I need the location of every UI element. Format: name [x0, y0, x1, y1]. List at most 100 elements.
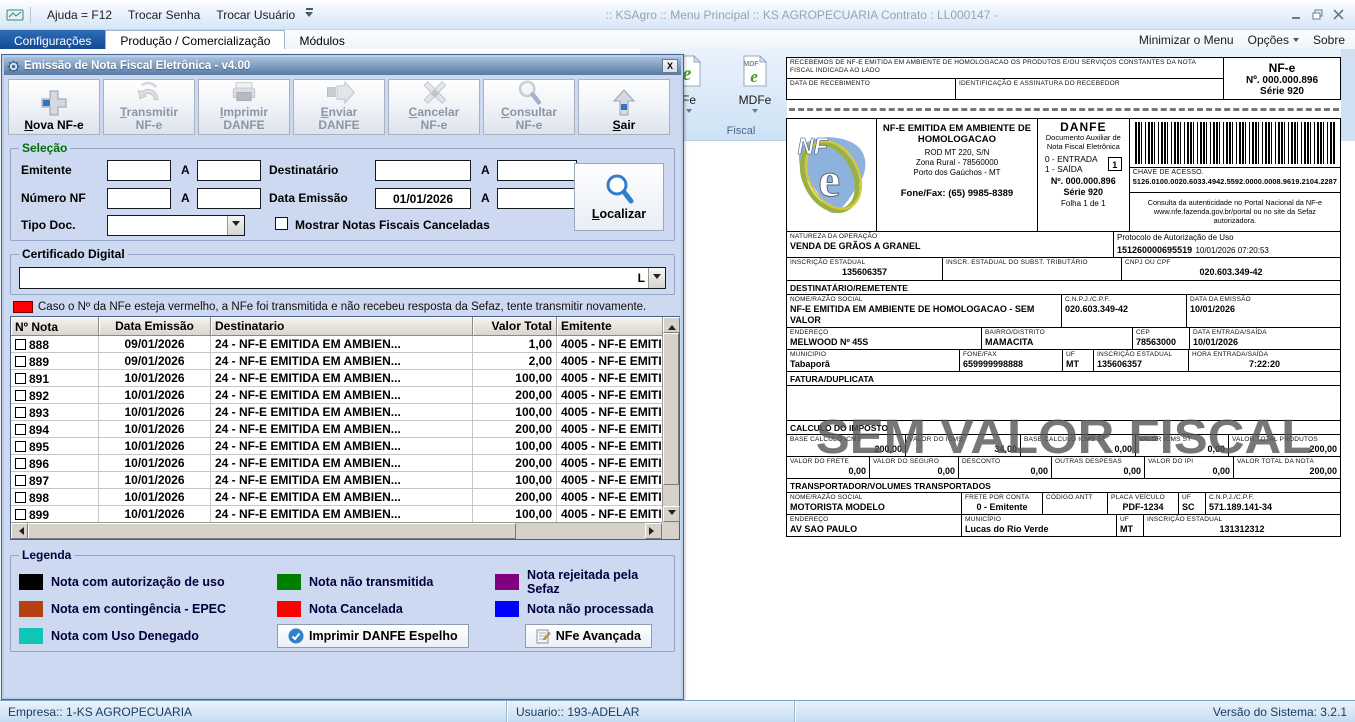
minimize-icon[interactable]	[1290, 9, 1303, 20]
row-checkbox[interactable]	[15, 356, 26, 367]
table-header-row: Nº Nota Data Emissão Destinatario Valor …	[11, 317, 662, 336]
table-row[interactable]: 89710/01/202624 - NF-E EMITIDA EM AMBIEN…	[11, 472, 662, 489]
table-row[interactable]: 89210/01/202624 - NF-E EMITIDA EM AMBIEN…	[11, 387, 662, 404]
row-checkbox[interactable]	[15, 424, 26, 435]
close-icon[interactable]	[1332, 9, 1345, 20]
data-emissao-ate-input[interactable]	[497, 188, 577, 209]
table-row[interactable]: 89810/01/202624 - NF-E EMITIDA EM AMBIEN…	[11, 489, 662, 506]
transmitir-nfe-button[interactable]: Transmitir NF-e	[103, 79, 195, 135]
tipo-doc-select[interactable]	[107, 215, 245, 236]
black-swatch	[19, 574, 43, 590]
restore-icon[interactable]	[1311, 9, 1324, 20]
row-checkbox[interactable]	[15, 441, 26, 452]
app-icon	[6, 8, 24, 22]
destinatario-de-input[interactable]	[375, 160, 471, 181]
table-row[interactable]: 88909/01/202624 - NF-E EMITIDA EM AMBIEN…	[11, 353, 662, 370]
menu-overflow-icon[interactable]	[305, 8, 313, 21]
undo-arrow-icon	[131, 80, 167, 105]
horizontal-scrollbar[interactable]	[11, 522, 662, 539]
mostrar-canceladas-label: Mostrar Notas Fiscais Canceladas	[295, 218, 490, 232]
emitente-ate-input[interactable]	[197, 160, 261, 181]
tab-modulos[interactable]: Módulos	[285, 30, 358, 49]
menu-item-trocar-usuario[interactable]: Trocar Usuário	[208, 5, 303, 25]
selecao-fieldset: Seleção Emitente A Destinatário A Número…	[10, 141, 675, 241]
col-header-destinatario[interactable]: Destinatario	[211, 317, 473, 336]
minimizar-menu-link[interactable]: Minimizar o Menu	[1139, 33, 1234, 47]
tab-producao-comercializacao[interactable]: Produção / Comercialização	[105, 30, 285, 49]
legend-item-denegado: Nota com Uso Denegado	[19, 628, 277, 644]
opcoes-menu[interactable]: Opções	[1248, 33, 1299, 47]
legend-item-cancelada: Nota Cancelada	[277, 601, 495, 617]
scroll-right-button[interactable]	[645, 523, 662, 539]
nova-nfe-button[interactable]: Nova NF-e	[8, 79, 100, 135]
menu-item-trocar-senha[interactable]: Trocar Senha	[120, 5, 208, 25]
table-row[interactable]: 89610/01/202624 - NF-E EMITIDA EM AMBIEN…	[11, 455, 662, 472]
vertical-scrollbar[interactable]	[662, 317, 679, 522]
col-header-emitente[interactable]: Emitente	[557, 317, 662, 336]
canhoto-nfe-numero: NF-e Nº. 000.000.896 Série 920	[1223, 57, 1341, 100]
scroll-down-button[interactable]	[663, 506, 680, 522]
main-window-title: :: KSAgro :: Menu Principal :: KS AGROPE…	[313, 8, 1290, 22]
row-checkbox[interactable]	[15, 390, 26, 401]
col-header-data[interactable]: Data Emissão	[99, 317, 211, 336]
scroll-up-button[interactable]	[663, 317, 680, 333]
chevron-down-icon	[752, 109, 758, 116]
window-close-button[interactable]: X	[662, 59, 678, 73]
table-body: 88809/01/202624 - NF-E EMITIDA EM AMBIEN…	[11, 336, 662, 523]
col-header-valor[interactable]: Valor Total	[473, 317, 557, 336]
row-checkbox[interactable]	[15, 407, 26, 418]
emitente-de-input[interactable]	[107, 160, 171, 181]
row-checkbox[interactable]	[15, 492, 26, 503]
emitente-box: NF-E EMITIDA EM AMBIENTE DE HOMOLOGACAO …	[876, 118, 1038, 232]
sem-valor-fiscal-watermark: SEM VALOR FISCAL	[794, 410, 1335, 465]
sair-button[interactable]: Sair	[578, 79, 670, 135]
toolbar: Nova NF-e Transmitir NF-e Imprimir DANFE…	[7, 77, 678, 139]
data-emissao-de-input[interactable]	[375, 188, 471, 209]
numero-nf-de-input[interactable]	[107, 188, 171, 209]
window-titlebar[interactable]: Emissão de Nota Fiscal Eletrônica - v4.0…	[4, 57, 681, 75]
scroll-left-button[interactable]	[11, 523, 28, 539]
row-checkbox[interactable]	[15, 509, 26, 520]
table-row[interactable]: 89510/01/202624 - NF-E EMITIDA EM AMBIEN…	[11, 438, 662, 455]
row-checkbox[interactable]	[15, 373, 26, 384]
a-label: A	[481, 191, 490, 205]
cancelar-nfe-button[interactable]: Cancelar NF-e	[388, 79, 480, 135]
mostrar-canceladas-checkbox[interactable]	[275, 217, 288, 230]
dest-municipio: MUNICIPIOTabaporã	[786, 349, 960, 372]
imprimir-danfe-espelho-button[interactable]: Imprimir DANFE Espelho	[277, 624, 469, 648]
certificado-dropdown-button[interactable]	[648, 268, 665, 288]
ribbon-mdfe-button[interactable]: MDFe MDFe	[728, 54, 782, 116]
transp-frete: FRETE POR CONTA0 - Emitente	[961, 492, 1043, 515]
ribbon-group-fiscal: Fiscal	[686, 125, 796, 137]
table-row[interactable]: 89310/01/202624 - NF-E EMITIDA EM AMBIEN…	[11, 404, 662, 421]
localizar-button[interactable]: Localizar	[574, 163, 664, 231]
menu-item-ajuda[interactable]: Ajuda = F12	[39, 5, 120, 25]
consulta-box: Consulta da autenticidade no Portal Naci…	[1129, 192, 1341, 232]
danfe-box: DANFE Documento Auxiliar de Nota Fiscal …	[1037, 118, 1130, 232]
natureza-operacao: NATUREZA DA OPERAÇÃO VENDA DE GRÃOS A GR…	[786, 231, 1114, 258]
sobre-link[interactable]: Sobre	[1313, 33, 1345, 47]
nfe-logo: NF e	[786, 118, 877, 232]
row-checkbox[interactable]	[15, 339, 26, 350]
enviar-danfe-button[interactable]: Enviar DANFE	[293, 79, 385, 135]
notas-table: Nº Nota Data Emissão Destinatario Valor …	[10, 316, 680, 540]
horizontal-scroll-thumb[interactable]	[28, 523, 516, 539]
numero-nf-ate-input[interactable]	[197, 188, 261, 209]
destinatario-ate-input[interactable]	[497, 160, 577, 181]
col-header-nota[interactable]: Nº Nota	[11, 317, 99, 336]
teal-swatch	[19, 628, 43, 644]
table-row[interactable]: 89410/01/202624 - NF-E EMITIDA EM AMBIEN…	[11, 421, 662, 438]
table-row[interactable]: 89110/01/202624 - NF-E EMITIDA EM AMBIEN…	[11, 370, 662, 387]
transp-uf2: UFMT	[1116, 514, 1144, 537]
table-row[interactable]: 89910/01/202624 - NF-E EMITIDA EM AMBIEN…	[11, 506, 662, 523]
nfe-avancada-button[interactable]: NFe Avançada	[525, 624, 652, 648]
row-checkbox[interactable]	[15, 458, 26, 469]
transp-municipio: MUNICÍPIOLucas do Rio Verde	[961, 514, 1117, 537]
consultar-nfe-button[interactable]: Consultar NF-e	[483, 79, 575, 135]
row-checkbox[interactable]	[15, 475, 26, 486]
table-row[interactable]: 88809/01/202624 - NF-E EMITIDA EM AMBIEN…	[11, 336, 662, 353]
certificado-select[interactable]: L	[19, 267, 666, 289]
imprimir-danfe-button[interactable]: Imprimir DANFE	[198, 79, 290, 135]
vertical-scroll-thumb[interactable]	[663, 333, 679, 485]
tab-configuracoes[interactable]: Configurações	[0, 30, 105, 49]
